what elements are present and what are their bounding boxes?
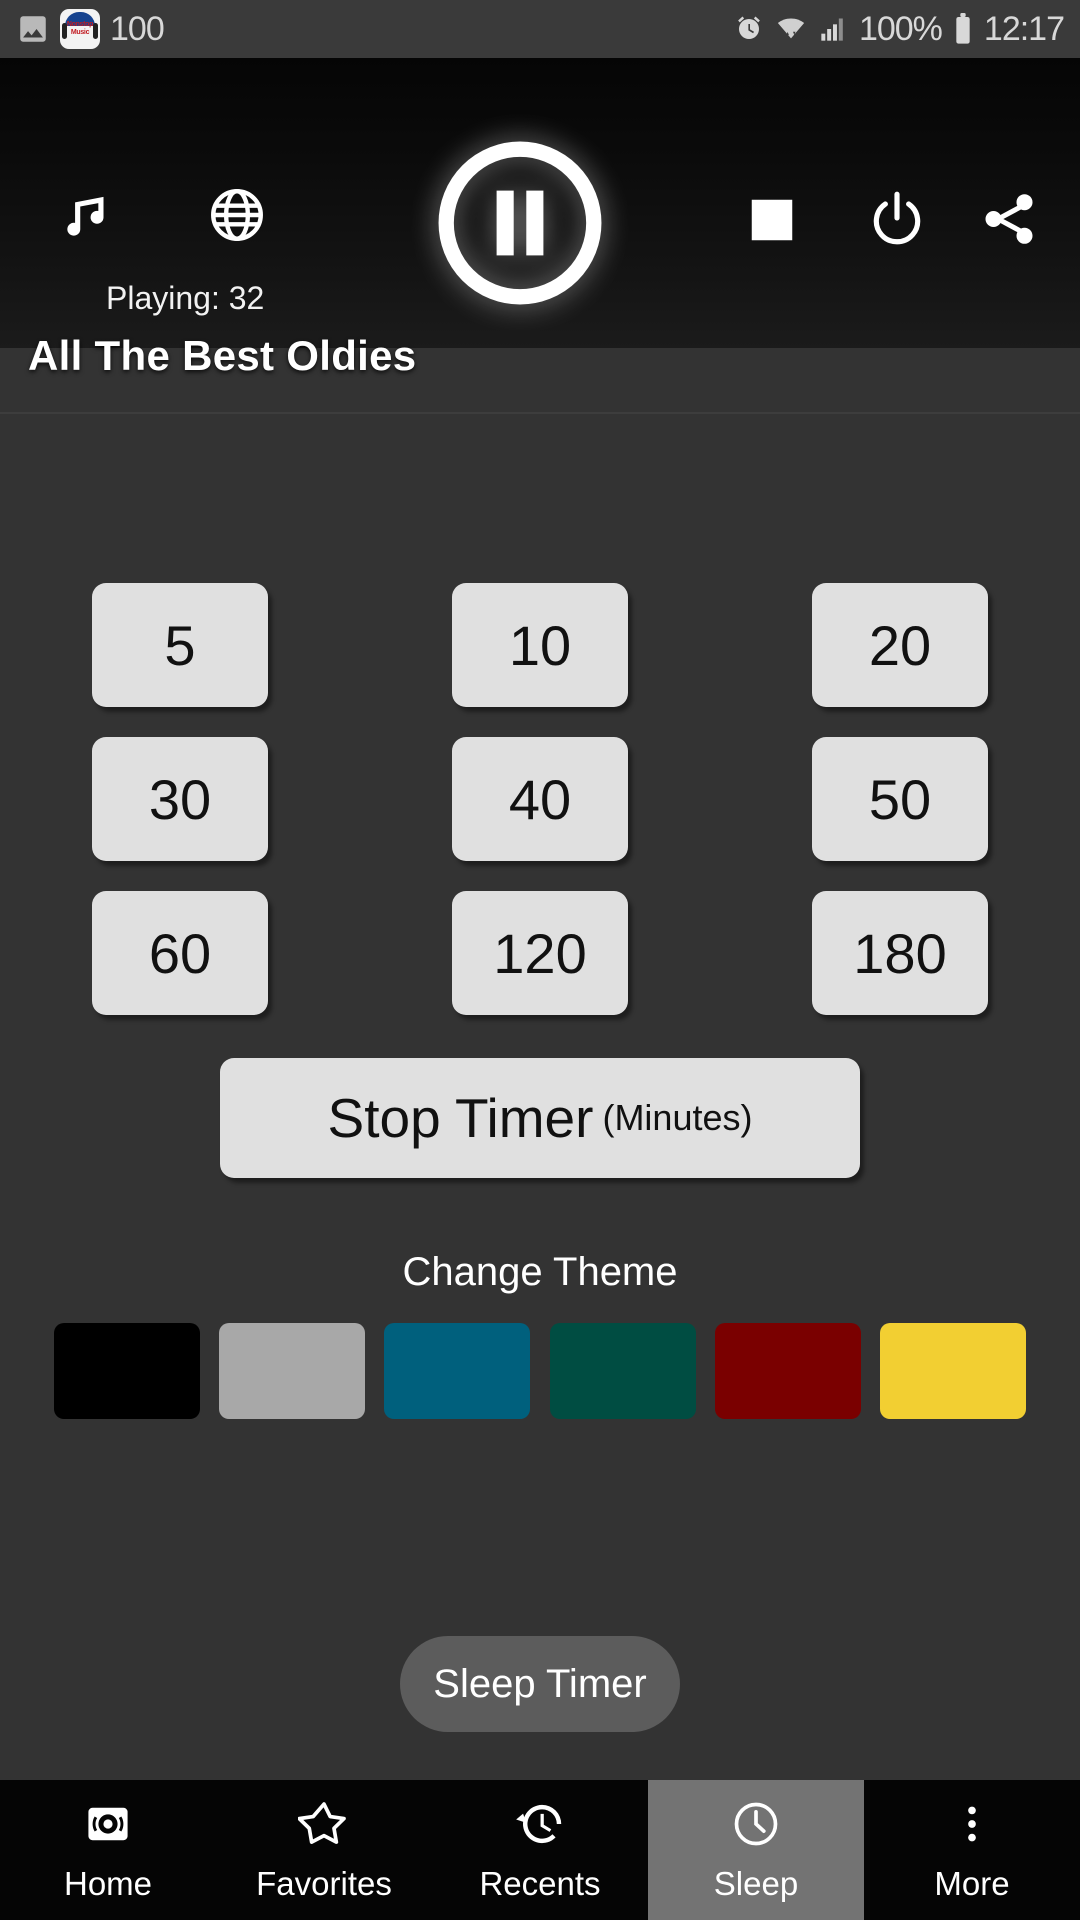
wifi-icon [775, 14, 807, 44]
header-divider [0, 412, 1080, 414]
status-bar: Nonstop Music 100 100% 12:17 [0, 0, 1080, 58]
timer-option-button[interactable]: 120 [452, 891, 628, 1015]
stop-icon[interactable] [740, 188, 804, 252]
stop-timer-button[interactable]: Stop Timer (Minutes) [220, 1058, 860, 1178]
timer-option-button[interactable]: 180 [812, 891, 988, 1015]
nav-item-more[interactable]: More [864, 1780, 1080, 1920]
status-bar-left: Nonstop Music 100 [16, 9, 165, 49]
nav-item-sleep[interactable]: Sleep [648, 1780, 864, 1920]
station-title: All The Best Oldies [28, 332, 417, 379]
theme-swatch-black[interactable] [54, 1323, 200, 1419]
overflow-dots-icon [950, 1797, 994, 1851]
timer-option-button[interactable]: 40 [452, 737, 628, 861]
nav-label-sleep: Sleep [713, 1865, 799, 1902]
power-icon[interactable] [862, 184, 932, 254]
battery-percent: 100% [858, 9, 943, 48]
nonstop-music-app-icon: Nonstop Music [60, 9, 100, 49]
timer-option-button[interactable]: 30 [92, 737, 268, 861]
player-controls [0, 58, 1080, 305]
alarm-icon [734, 14, 764, 44]
clock-time: 12:17 [983, 9, 1065, 48]
stop-timer-label: Stop Timer [327, 1087, 594, 1149]
theme-swatch-row [0, 1323, 1080, 1423]
timer-option-button[interactable]: 5 [92, 583, 268, 707]
timer-option-button[interactable]: 50 [812, 737, 988, 861]
star-icon [298, 1797, 350, 1851]
theme-swatch-blue[interactable] [384, 1323, 531, 1419]
history-icon [514, 1797, 566, 1851]
theme-swatch-gray[interactable] [219, 1323, 366, 1419]
share-icon[interactable] [972, 184, 1046, 254]
nav-label-more: More [934, 1865, 1010, 1902]
player-header: Playing: 32 [0, 58, 1080, 348]
theme-swatch-red[interactable] [714, 1323, 861, 1419]
image-icon [16, 12, 50, 46]
signal-icon [818, 15, 848, 43]
nav-label-home: Home [63, 1865, 153, 1902]
timer-option-button[interactable]: 20 [812, 583, 988, 707]
globe-icon[interactable] [202, 180, 272, 250]
nav-item-favorites[interactable]: Favorites [216, 1780, 432, 1920]
change-theme-label: Change Theme [402, 1250, 678, 1294]
status-bar-right: 100% 12:17 [734, 9, 1065, 49]
nav-label-favorites: Favorites [256, 1865, 392, 1902]
nav-item-home[interactable]: Home [0, 1780, 216, 1920]
nav-label-recents: Recents [479, 1865, 601, 1902]
clock-icon [730, 1797, 782, 1851]
app-screen: Nonstop Music 100 100% 12:17 Playing: 32… [0, 0, 1080, 1920]
battery-icon [953, 13, 973, 45]
timer-option-button[interactable]: 10 [452, 583, 628, 707]
theme-swatch-green[interactable] [549, 1323, 696, 1419]
pause-button[interactable] [430, 133, 610, 313]
bottom-navigation-bar: Home Favorites Recents Sleep More [0, 1780, 1080, 1920]
stop-timer-unit: (Minutes) [602, 1097, 753, 1138]
theme-swatch-yellow[interactable] [879, 1323, 1026, 1419]
timer-options-grid: 5 10 20 30 40 50 60 120 180 [0, 583, 1080, 1015]
sleep-timer-button[interactable]: Sleep Timer [400, 1636, 680, 1732]
app-icon-text: Nonstop Music [66, 21, 94, 36]
timer-option-button[interactable]: 60 [92, 891, 268, 1015]
radio-icon [83, 1797, 133, 1851]
nav-item-recents[interactable]: Recents [432, 1780, 648, 1920]
notification-count: 100 [110, 9, 165, 48]
playing-count-label: Playing: 32 [106, 280, 265, 316]
music-note-icon[interactable] [52, 180, 124, 250]
